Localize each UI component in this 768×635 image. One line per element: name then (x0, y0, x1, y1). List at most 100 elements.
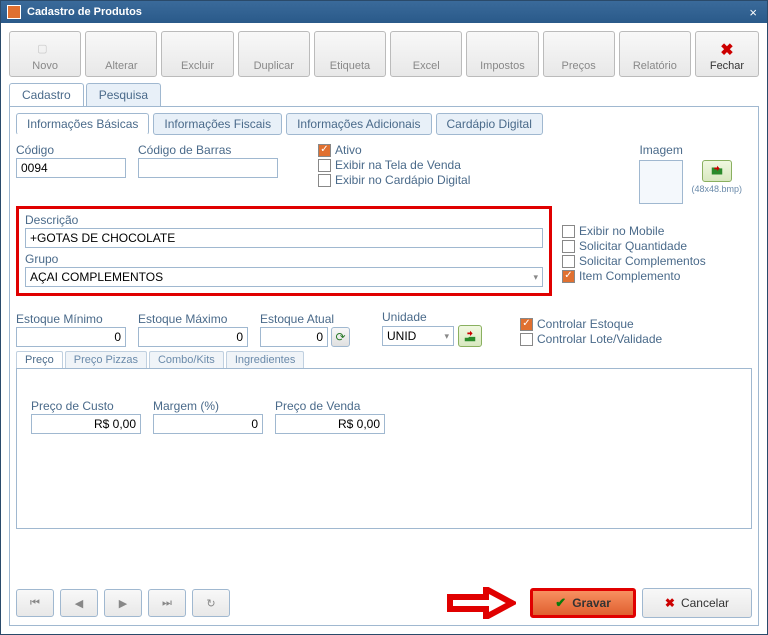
item-comp-checkbox[interactable] (562, 270, 575, 283)
estmax-label: Estoque Máximo (138, 312, 248, 326)
plus-icon (463, 329, 477, 343)
nav-prev-button[interactable]: ◀ (60, 589, 98, 617)
arrow-annotation (446, 587, 516, 619)
nav-refresh-button[interactable]: ↻ (192, 589, 230, 617)
grupo-select[interactable]: AÇAI COMPLEMENTOS ▾ (25, 267, 543, 287)
duplicate-icon (266, 42, 282, 58)
codigo-label: Código (16, 143, 126, 157)
imagem-preview (639, 160, 683, 204)
nav-next-button[interactable]: ▶ (104, 589, 142, 617)
estmin-input[interactable] (16, 327, 126, 347)
estatual-label: Estoque Atual (260, 312, 350, 326)
chevron-down-icon: ▾ (444, 331, 449, 342)
unidade-label: Unidade (382, 310, 492, 324)
ctrl-estoque-checkbox[interactable] (520, 318, 533, 331)
fechar-button[interactable]: ✖Fechar (695, 31, 759, 77)
etiqueta-button[interactable]: Etiqueta (314, 31, 386, 77)
app-icon (7, 5, 21, 19)
tab-info-adicionais[interactable]: Informações Adicionais (286, 113, 431, 135)
tabs-preco: Preço Preço Pizzas Combo/Kits Ingredient… (16, 351, 752, 369)
refresh-icon: ⟳ (335, 330, 345, 344)
custo-label: Preço de Custo (31, 399, 141, 413)
grupo-value: AÇAI COMPLEMENTOS (30, 270, 163, 284)
ctrl-lote-checkbox[interactable] (520, 333, 533, 346)
exibir-cardapio-checkbox[interactable] (318, 174, 331, 187)
estatual-input[interactable] (260, 327, 328, 347)
tabs-main: Cadastro Pesquisa (9, 83, 759, 107)
folder-icon (710, 164, 724, 178)
cancel-icon: ✖ (665, 596, 675, 610)
imagem-caption: (48x48.bmp) (691, 184, 742, 194)
cancelar-button[interactable]: ✖ Cancelar (642, 588, 752, 618)
tab-ingredientes[interactable]: Ingredientes (226, 351, 305, 368)
item-comp-label: Item Complemento (579, 269, 680, 283)
margem-input[interactable] (153, 414, 263, 434)
tab-pesquisa[interactable]: Pesquisa (86, 83, 161, 106)
alterar-button[interactable]: Alterar (85, 31, 157, 77)
descricao-input[interactable] (25, 228, 543, 248)
tab-info-basicas[interactable]: Informações Básicas (16, 113, 149, 135)
solicitar-qtd-label: Solicitar Quantidade (579, 239, 687, 253)
close-icon: ✖ (720, 40, 733, 60)
tab-preco-pizzas[interactable]: Preço Pizzas (65, 351, 147, 368)
gravar-button[interactable]: ✔ Gravar (530, 588, 636, 618)
tax-icon (494, 42, 510, 58)
ativo-checkbox[interactable] (318, 144, 331, 157)
gravar-label: Gravar (572, 596, 611, 610)
toolbar: ▢Novo Alterar Excluir Duplicar Etiqueta … (9, 31, 759, 77)
solicitar-qtd-checkbox[interactable] (562, 240, 575, 253)
imagem-browse-button[interactable] (702, 160, 732, 182)
unidade-add-button[interactable] (458, 325, 482, 347)
label-icon (342, 42, 358, 58)
window: Cadastro de Produtos × ▢Novo Alterar Exc… (0, 0, 768, 635)
impostos-button[interactable]: Impostos (466, 31, 538, 77)
barras-input[interactable] (138, 158, 278, 178)
tabs-info: Informações Básicas Informações Fiscais … (16, 113, 752, 135)
ctrl-estoque-label: Controlar Estoque (537, 317, 634, 331)
titlebar: Cadastro de Produtos × (1, 1, 767, 23)
edit-icon (113, 42, 129, 58)
excel-icon (418, 42, 434, 58)
window-title: Cadastro de Produtos (27, 6, 745, 18)
footer: ⏮ ◀ ▶ ⏭ ↻ ✔ Gravar ✖ Cancelar (16, 581, 752, 619)
descricao-label: Descrição (25, 213, 543, 227)
check-icon: ✔ (555, 595, 566, 611)
exibir-mobile-checkbox[interactable] (562, 225, 575, 238)
report-icon (647, 42, 663, 58)
grupo-label: Grupo (25, 252, 543, 266)
tab-preco[interactable]: Preço (16, 351, 63, 368)
tab-cadastro[interactable]: Cadastro (9, 83, 84, 106)
new-icon: ▢ (37, 42, 53, 58)
venda-label: Preço de Venda (275, 399, 385, 413)
cancelar-label: Cancelar (681, 596, 729, 610)
barras-label: Código de Barras (138, 143, 278, 157)
excel-button[interactable]: Excel (390, 31, 462, 77)
imagem-label: Imagem (639, 143, 682, 157)
estatual-refresh-button[interactable]: ⟳ (331, 327, 350, 347)
precos-button[interactable]: Preços (543, 31, 615, 77)
chevron-down-icon: ▾ (533, 272, 538, 283)
unidade-value: UNID (387, 329, 416, 343)
custo-input[interactable] (31, 414, 141, 434)
tab-combo-kits[interactable]: Combo/Kits (149, 351, 224, 368)
venda-input[interactable] (275, 414, 385, 434)
tab-cardapio-digital[interactable]: Cardápio Digital (436, 113, 543, 135)
duplicar-button[interactable]: Duplicar (238, 31, 310, 77)
nav-first-button[interactable]: ⏮ (16, 589, 54, 617)
codigo-input[interactable] (16, 158, 126, 178)
tab-info-fiscais[interactable]: Informações Fiscais (153, 113, 282, 135)
highlight-descricao-grupo: Descrição Grupo AÇAI COMPLEMENTOS ▾ (16, 206, 552, 296)
excluir-button[interactable]: Excluir (161, 31, 233, 77)
relatorio-button[interactable]: Relatório (619, 31, 691, 77)
exibir-mobile-label: Exibir no Mobile (579, 224, 664, 238)
solicitar-comp-label: Solicitar Complementos (579, 254, 706, 268)
panel-cadastro: Informações Básicas Informações Fiscais … (9, 107, 759, 626)
ativo-label: Ativo (335, 143, 362, 157)
solicitar-comp-checkbox[interactable] (562, 255, 575, 268)
window-close-button[interactable]: × (745, 5, 761, 20)
estmax-input[interactable] (138, 327, 248, 347)
unidade-select[interactable]: UNID ▾ (382, 326, 454, 346)
nav-last-button[interactable]: ⏭ (148, 589, 186, 617)
novo-button[interactable]: ▢Novo (9, 31, 81, 77)
exibir-tela-checkbox[interactable] (318, 159, 331, 172)
